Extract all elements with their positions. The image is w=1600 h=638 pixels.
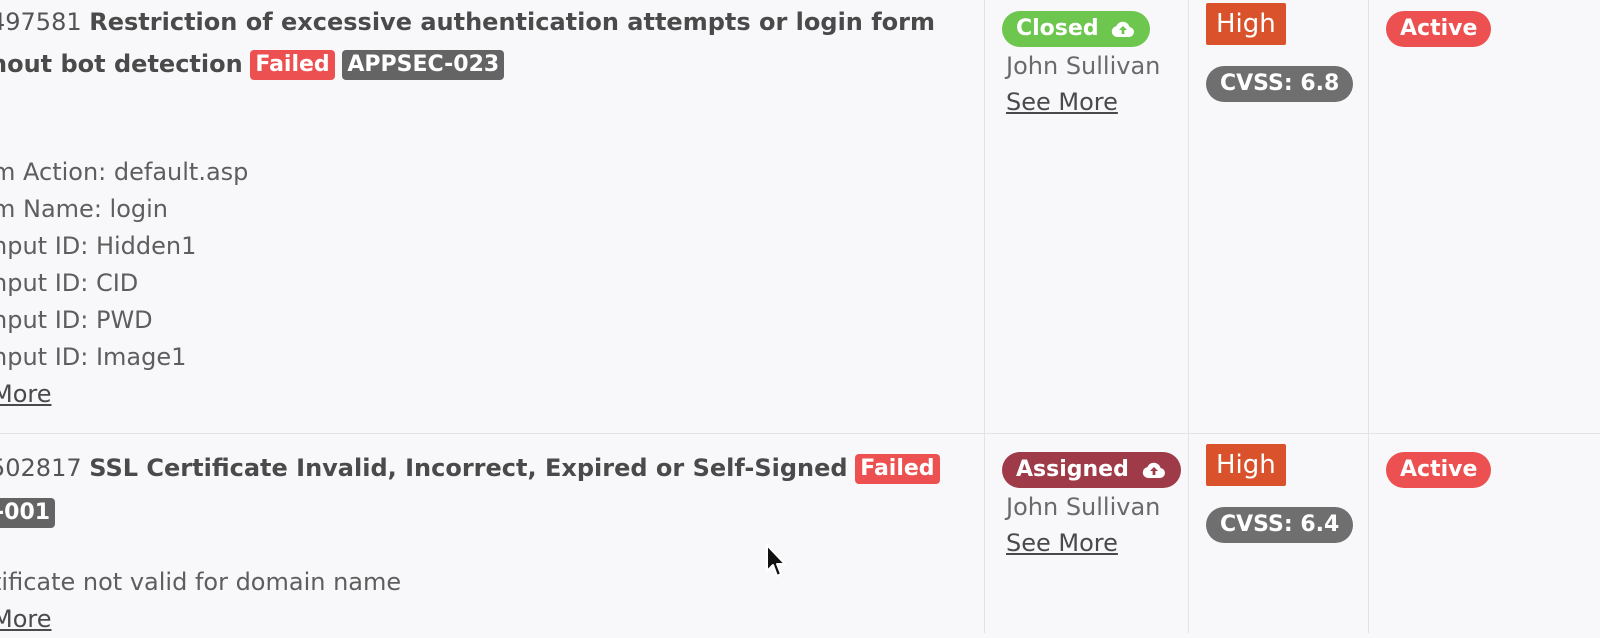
column-divider — [984, 0, 985, 433]
column-divider — [1368, 434, 1369, 633]
reference-tag: -001 — [0, 498, 56, 528]
failed-tag: Failed — [855, 454, 940, 484]
failed-tag: Failed — [250, 50, 335, 80]
see-more-link[interactable]: See More — [1006, 529, 1118, 557]
assignee-name: John Sullivan — [1006, 493, 1161, 521]
finding-details: tificate not valid for domain name More — [0, 564, 401, 638]
detail-line: nput ID: PWD — [0, 306, 153, 334]
reference-tag: APPSEC-023 — [342, 50, 505, 80]
column-divider — [1368, 0, 1369, 433]
state-badge[interactable]: Active — [1386, 452, 1492, 488]
detail-line: m Action: default.asp — [0, 158, 249, 186]
see-more-details-link[interactable]: More — [0, 380, 52, 408]
detail-line: nput ID: Image1 — [0, 343, 187, 371]
status-badge[interactable]: Closed — [1002, 11, 1151, 47]
finding-id: 497581 — [0, 8, 82, 36]
cvss-badge: CVSS: 6.8 — [1206, 66, 1354, 102]
severity-badge: High — [1206, 3, 1286, 45]
state-badge[interactable]: Active — [1386, 11, 1492, 47]
cvss-badge: CVSS: 6.4 — [1206, 507, 1354, 543]
mouse-pointer-icon — [766, 544, 786, 577]
status-badge[interactable]: Assigned — [1002, 452, 1181, 488]
finding-name[interactable]: Restriction of excessive authentication … — [89, 8, 935, 36]
finding-title: 502817 SSL Certificate Invalid, Incorrec… — [0, 446, 940, 490]
finding-title-line2: -001 — [0, 490, 56, 534]
detail-line: nput ID: Hidden1 — [0, 232, 197, 260]
column-divider — [1188, 0, 1189, 433]
column-divider — [1188, 434, 1189, 633]
cloud-upload-icon — [1142, 462, 1165, 478]
column-divider — [984, 434, 985, 633]
see-more-details-link[interactable]: More — [0, 605, 52, 633]
finding-row: 502817 SSL Certificate Invalid, Incorrec… — [0, 434, 1600, 633]
detail-line: m Name: login — [0, 195, 168, 223]
finding-row: 497581 Restriction of excessive authenti… — [0, 0, 1600, 434]
see-more-link[interactable]: See More — [1006, 88, 1118, 116]
detail-line: tificate not valid for domain name — [0, 568, 402, 596]
status-label: Closed — [1016, 16, 1099, 41]
finding-details: m Action: default.asp m Name: login nput… — [0, 154, 248, 413]
finding-name[interactable]: SSL Certificate Invalid, Incorrect, Expi… — [89, 454, 847, 482]
assignee-name: John Sullivan — [1006, 52, 1161, 80]
cloud-upload-icon — [1112, 21, 1135, 37]
status-label: Assigned — [1016, 457, 1129, 482]
finding-title: 497581 Restriction of excessive authenti… — [0, 0, 935, 44]
finding-name-cont[interactable]: hout bot detection — [0, 50, 243, 78]
detail-line: nput ID: CID — [0, 269, 139, 297]
finding-id: 502817 — [0, 454, 82, 482]
finding-title-line2: hout bot detection Failed APPSEC-023 — [0, 42, 505, 86]
severity-badge: High — [1206, 444, 1286, 486]
